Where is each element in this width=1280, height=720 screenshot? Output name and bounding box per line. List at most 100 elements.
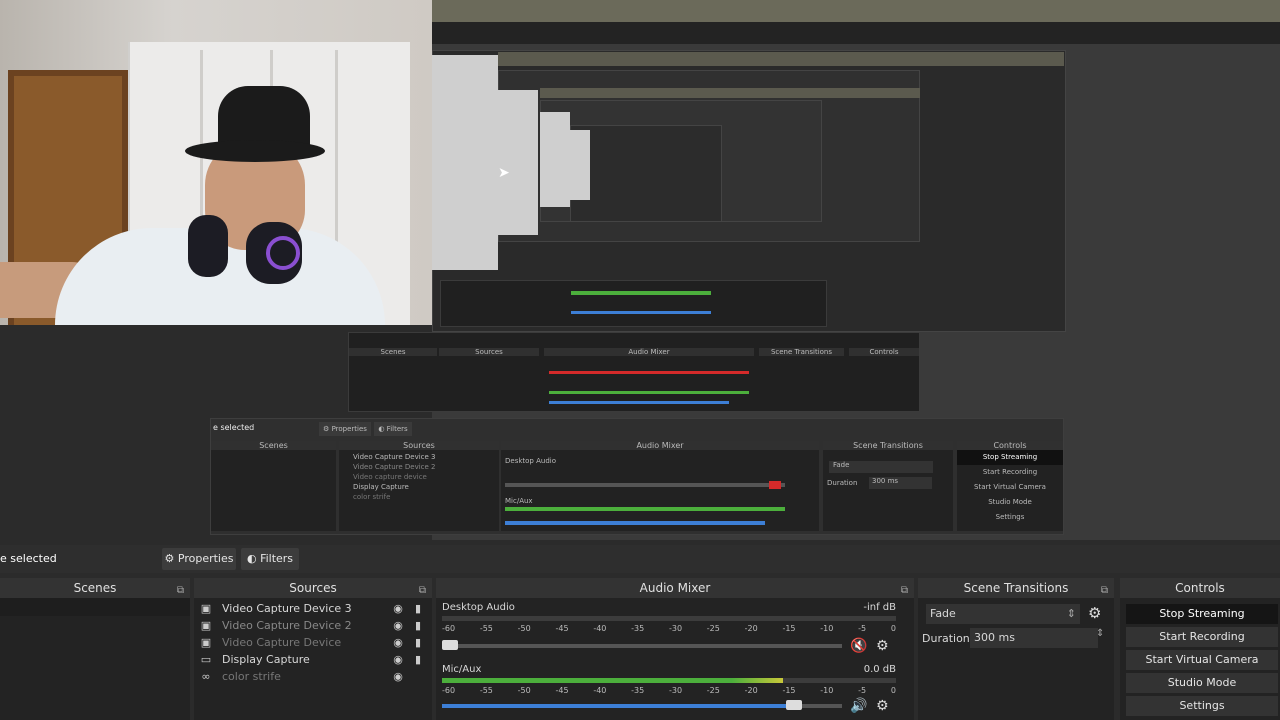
undock-icon[interactable]: ⧉ bbox=[419, 581, 426, 601]
nested-volume bbox=[505, 521, 765, 525]
lock-icon[interactable]: ▮ bbox=[408, 600, 428, 617]
nested-source-item: Display Capture bbox=[353, 483, 409, 491]
volume-slider[interactable] bbox=[442, 644, 842, 648]
gear-icon[interactable]: ⚙ bbox=[876, 698, 889, 714]
eye-icon[interactable]: ◉ bbox=[388, 600, 408, 617]
meter-tick-label: -40 bbox=[593, 624, 607, 633]
eye-icon[interactable]: ◉ bbox=[388, 651, 408, 668]
nested-volume bbox=[571, 311, 711, 314]
lock-icon[interactable]: ▮ bbox=[408, 634, 428, 651]
audio-mixer-header: Audio Mixer ⧉ bbox=[436, 578, 914, 598]
source-item[interactable]: ▭ Display Capture ◉ ▮ bbox=[198, 651, 428, 668]
transition-value: Fade bbox=[930, 607, 956, 620]
nested-source-item: color strife bbox=[353, 493, 391, 501]
nested-webcam-strip bbox=[432, 55, 498, 270]
nested-transitions-dock: Scene Transitions Fade Duration 300 ms bbox=[823, 441, 953, 531]
source-item[interactable]: ▣ Video Capture Device ◉ ▮ bbox=[198, 634, 428, 651]
nested-dock-level-1: e selected ⚙ Properties ◐ Filters Scenes… bbox=[210, 418, 1064, 535]
meter-tick-label: -5 bbox=[858, 686, 867, 695]
channel-name: Mic/Aux bbox=[442, 664, 482, 675]
stop-streaming-button[interactable]: Stop Streaming bbox=[1126, 604, 1278, 624]
nested-titlebar bbox=[498, 52, 1064, 66]
meter-tick-label: -30 bbox=[668, 624, 683, 633]
eye-icon[interactable]: ◉ bbox=[388, 617, 408, 634]
source-item[interactable]: ∞ color strife ◉ bbox=[198, 668, 428, 685]
meter-tick-label: -10 bbox=[820, 624, 834, 633]
nested-control-button: Start Virtual Camera bbox=[974, 483, 1046, 491]
source-item[interactable]: ▣ Video Capture Device 3 ◉ ▮ bbox=[198, 600, 428, 617]
volume-handle[interactable] bbox=[786, 700, 802, 710]
nested-control-button: Settings bbox=[995, 513, 1025, 521]
scene-list[interactable] bbox=[0, 598, 190, 616]
scene-transitions-header: Scene Transitions ⧉ bbox=[918, 578, 1114, 598]
sources-title: Sources bbox=[289, 581, 337, 595]
volume-handle[interactable] bbox=[442, 640, 458, 650]
nested-controls-dock: Controls Stop Streaming Start Recording … bbox=[957, 441, 1063, 531]
source-name: Video Capture Device bbox=[222, 636, 342, 649]
spin-icon[interactable]: ⇕ bbox=[1096, 628, 1104, 639]
audio-meter-track bbox=[442, 678, 896, 683]
settings-button[interactable]: Settings bbox=[1126, 696, 1278, 716]
nested-webcam-strip bbox=[498, 90, 538, 235]
source-name: Video Capture Device 3 bbox=[222, 602, 352, 615]
headphones-left bbox=[188, 215, 228, 277]
speaker-icon[interactable]: 🔊 bbox=[850, 698, 867, 714]
nested-dock-level-2: Scenes Sources Audio Mixer Scene Transit… bbox=[348, 332, 920, 412]
meter-tick-label: -45 bbox=[555, 624, 569, 633]
nested-volume-track bbox=[505, 483, 785, 487]
undock-icon[interactable]: ⧉ bbox=[1101, 581, 1108, 601]
meter-tick-label: 0 bbox=[890, 686, 896, 695]
muted-speaker-icon[interactable]: 🔇 bbox=[850, 638, 867, 654]
source-item[interactable]: ▣ Video Capture Device 2 ◉ ▮ bbox=[198, 617, 428, 634]
nested-titlebar bbox=[540, 88, 920, 98]
webcam-capture bbox=[0, 0, 432, 325]
gear-icon: ⚙ bbox=[164, 552, 175, 565]
gear-icon[interactable]: ⚙ bbox=[876, 638, 889, 654]
scenes-dock: Scenes ⧉ bbox=[0, 578, 190, 720]
meter-tick-label: -50 bbox=[517, 686, 531, 695]
sources-dock: Sources ⧉ ▣ Video Capture Device 3 ◉ ▮ ▣… bbox=[194, 578, 432, 720]
duration-input[interactable]: 300 ms bbox=[970, 628, 1098, 648]
nested-sources-header: Sources bbox=[439, 348, 539, 356]
gear-icon[interactable]: ⚙ bbox=[1088, 604, 1101, 622]
filter-icon: ◐ bbox=[246, 552, 257, 565]
source-name: color strife bbox=[222, 670, 281, 683]
undock-icon[interactable]: ⧉ bbox=[901, 581, 908, 601]
nested-source-item: Video Capture Device 2 bbox=[353, 463, 436, 471]
nested-transitions-header: Scene Transitions bbox=[759, 348, 844, 356]
start-virtual-camera-button[interactable]: Start Virtual Camera bbox=[1126, 650, 1278, 670]
source-list: ▣ Video Capture Device 3 ◉ ▮ ▣ Video Cap… bbox=[194, 598, 432, 687]
meter-tick-label: -20 bbox=[744, 686, 758, 695]
nested-mic: Mic/Aux bbox=[505, 497, 533, 505]
undock-icon[interactable]: ⧉ bbox=[177, 581, 184, 601]
nested-sources-title: Sources bbox=[339, 441, 499, 450]
eye-icon[interactable]: ◉ bbox=[388, 668, 408, 685]
lock-icon[interactable]: ▮ bbox=[408, 651, 428, 668]
captured-toolbar bbox=[432, 22, 1280, 44]
meter-tick-label: -15 bbox=[782, 686, 796, 695]
camera-icon: ▣ bbox=[200, 636, 212, 649]
volume-slider[interactable] bbox=[442, 704, 842, 708]
nested-controls-title: Controls bbox=[957, 441, 1063, 450]
transition-select[interactable]: Fade ⇕ bbox=[926, 604, 1080, 624]
nested-transitions-title: Scene Transitions bbox=[823, 441, 953, 450]
monitor-icon: ▭ bbox=[200, 653, 212, 666]
filters-button[interactable]: ◐ Filters bbox=[241, 548, 299, 570]
controls-title: Controls bbox=[1175, 581, 1225, 595]
nested-preview-level-4 bbox=[570, 125, 722, 222]
source-name: Display Capture bbox=[222, 653, 310, 666]
nested-filters-button: ◐ Filters bbox=[374, 422, 412, 436]
lock-icon[interactable]: ▮ bbox=[408, 617, 428, 634]
nested-sources-list: Video Capture Device 3 Video Capture Dev… bbox=[339, 450, 499, 504]
nested-meter bbox=[571, 291, 711, 295]
nested-volume bbox=[549, 401, 729, 404]
source-name: Video Capture Device 2 bbox=[222, 619, 352, 632]
nested-sources-dock: Sources Video Capture Device 3 Video Cap… bbox=[339, 441, 499, 531]
eye-icon[interactable]: ◉ bbox=[388, 634, 408, 651]
meter-tick-label: -5 bbox=[858, 624, 867, 633]
nested-duration-label: Duration bbox=[827, 479, 858, 487]
properties-button[interactable]: ⚙ Properties bbox=[162, 548, 236, 570]
meter-tick-label: -10 bbox=[820, 686, 834, 695]
start-recording-button[interactable]: Start Recording bbox=[1126, 627, 1278, 647]
studio-mode-button[interactable]: Studio Mode bbox=[1126, 673, 1278, 693]
